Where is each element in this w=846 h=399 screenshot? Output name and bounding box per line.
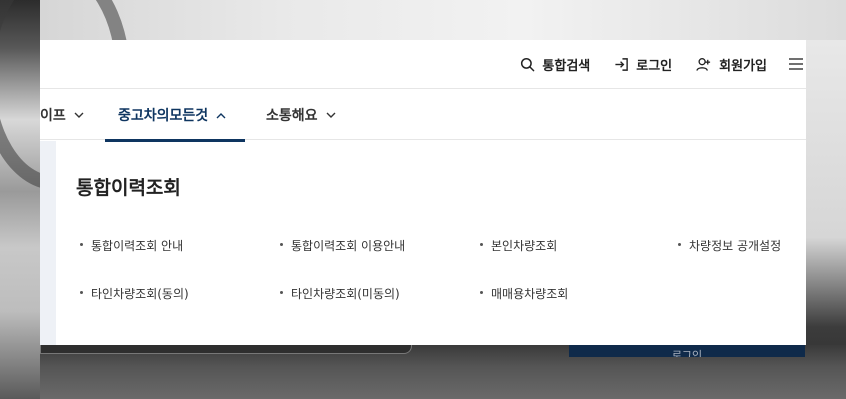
submenu-link-usage-guide[interactable]: 통합이력조회 이용안내 bbox=[280, 237, 405, 254]
submenu-link-label: 차량정보 공개설정 bbox=[689, 239, 782, 253]
search-icon bbox=[521, 57, 535, 71]
utility-bar: 통합검색 로그인 회원가입 bbox=[496, 40, 806, 88]
submenu-link-other-no-consent[interactable]: 타인차량조회(미동의) bbox=[280, 285, 400, 302]
submenu-link-own-vehicle[interactable]: 본인차량조회 bbox=[480, 237, 557, 254]
nav-item-partial[interactable]: 이프 bbox=[40, 89, 84, 141]
submenu-link-label: 매매용차량조회 bbox=[491, 287, 569, 301]
mega-menu-panel: 통합검색 로그인 회원가입 이프 중고차의모든것 소통해요 통합이력조회 통합이… bbox=[40, 40, 806, 345]
signup-label: 회원가입 bbox=[719, 58, 767, 74]
submenu-link-dealer-vehicle[interactable]: 매매용차량조회 bbox=[480, 285, 568, 302]
background-login-button[interactable]: 로그인 bbox=[569, 345, 805, 357]
nav-label: 중고차의모든것 bbox=[118, 108, 209, 124]
chevron-down-icon bbox=[326, 112, 336, 118]
submenu-link-history-guide[interactable]: 통합이력조회 안내 bbox=[80, 237, 183, 254]
submenu-link-label: 통합이력조회 안내 bbox=[91, 239, 184, 253]
nav-label: 이프 bbox=[40, 108, 66, 124]
submenu-link-disclosure-settings[interactable]: 차량정보 공개설정 bbox=[678, 237, 781, 254]
add-user-icon bbox=[696, 57, 711, 71]
submenu-side-bar bbox=[40, 141, 56, 345]
chevron-up-icon bbox=[216, 112, 226, 118]
submenu-link-label: 본인차량조회 bbox=[491, 239, 558, 253]
search-link[interactable]: 통합검색 bbox=[520, 55, 590, 74]
hamburger-icon bbox=[789, 58, 803, 70]
nav-item-used-car-all[interactable]: 중고차의모든것 bbox=[105, 89, 245, 142]
bullet-icon bbox=[280, 243, 283, 246]
background-top bbox=[40, 0, 846, 40]
bullet-icon bbox=[480, 291, 483, 294]
bullet-icon bbox=[480, 243, 483, 246]
submenu-link-other-consent[interactable]: 타인차량조회(동의) bbox=[80, 285, 189, 302]
signup-link[interactable]: 회원가입 bbox=[696, 55, 767, 74]
submenu-link-label: 타인차량조회(동의) bbox=[91, 287, 189, 301]
bullet-icon bbox=[280, 291, 283, 294]
submenu-link-label: 통합이력조회 이용안내 bbox=[291, 239, 406, 253]
background-panel-edge bbox=[40, 345, 412, 354]
submenu-link-label: 타인차량조회(미동의) bbox=[291, 287, 400, 301]
bullet-icon bbox=[80, 291, 83, 294]
chevron-down-icon bbox=[74, 112, 84, 118]
nav-label: 소통해요 bbox=[266, 108, 318, 124]
login-label: 로그인 bbox=[636, 58, 673, 74]
nav-item-community[interactable]: 소통해요 bbox=[266, 89, 336, 141]
hamburger-menu-button[interactable] bbox=[789, 57, 806, 71]
main-navigation: 이프 중고차의모든것 소통해요 bbox=[40, 88, 806, 142]
login-icon bbox=[615, 57, 629, 71]
bullet-icon bbox=[678, 243, 681, 246]
bullet-icon bbox=[80, 243, 83, 246]
search-label: 통합검색 bbox=[542, 58, 591, 74]
submenu-title: 통합이력조회 bbox=[76, 177, 181, 199]
login-link[interactable]: 로그인 bbox=[614, 55, 672, 74]
submenu-panel: 통합이력조회 통합이력조회 안내 통합이력조회 이용안내 본인차량조회 차량정보… bbox=[40, 141, 806, 345]
